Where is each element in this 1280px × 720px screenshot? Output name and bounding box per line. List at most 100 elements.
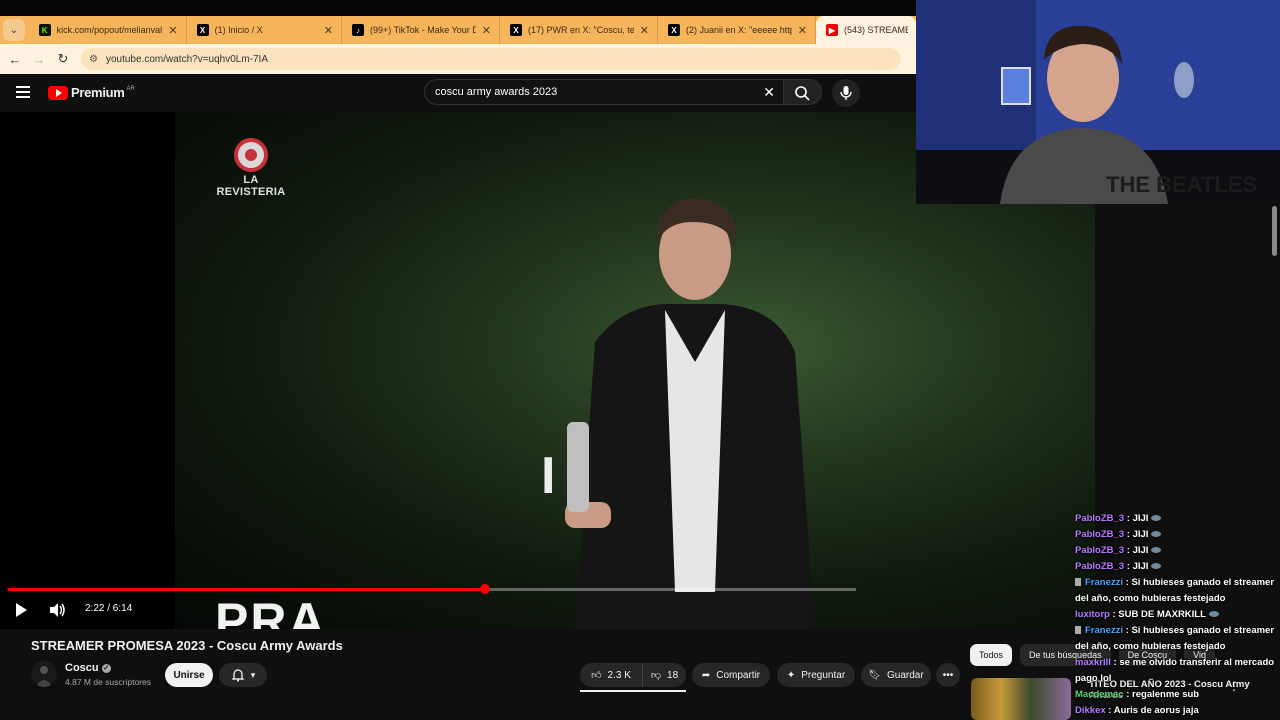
thumbs-up-icon: 👍︎	[591, 670, 602, 681]
channel-avatar[interactable]	[31, 661, 57, 687]
chat-badge-icon	[1075, 626, 1081, 635]
back-icon[interactable]: ←	[3, 52, 27, 67]
channel-watermark: LA REVISTERIA	[211, 138, 291, 198]
notifications-button[interactable]: ▾	[219, 663, 267, 687]
chat-separator: :	[1124, 545, 1133, 556]
close-icon[interactable]: ✕	[640, 24, 649, 37]
x-icon: X	[510, 24, 522, 36]
chat-emote-icon	[1151, 531, 1162, 538]
chat-text: regalenme sub	[1132, 689, 1200, 700]
close-icon[interactable]: ✕	[482, 24, 491, 37]
x-icon: X	[668, 24, 680, 36]
youtube-logo[interactable]: Premium AR	[48, 85, 135, 100]
more-horizontal-icon: •••	[942, 669, 954, 681]
chat-message: PabloZB_3 : JIJI	[1075, 511, 1275, 527]
video-title: STREAMER PROMESA 2023 - Coscu Army Award…	[31, 638, 343, 653]
chat-message: PabloZB_3 : JIJI	[1075, 527, 1275, 543]
chat-message: Dikkex : Auris de aorus jaja	[1075, 703, 1275, 719]
chat-username: Macdemac	[1075, 689, 1124, 700]
country-code: AR	[126, 85, 135, 92]
search-button[interactable]	[784, 79, 822, 105]
tab-x-juanii[interactable]: X (2) Juanii en X: "eeeee https://t ✕	[658, 16, 816, 44]
like-count: 2.3 K	[607, 669, 631, 681]
logo-text: Premium	[71, 85, 125, 100]
tab-x-pwr[interactable]: X (17) PWR en X: "Coscu, te met ✕	[500, 16, 658, 44]
close-icon[interactable]: ✕	[168, 24, 177, 37]
play-icon[interactable]	[16, 603, 27, 617]
chat-text: JIJI	[1132, 529, 1149, 540]
chat-text: JIJI	[1132, 545, 1149, 556]
volume-icon[interactable]	[48, 601, 66, 619]
reload-icon[interactable]: ↻	[51, 51, 75, 67]
related-video-thumbnail[interactable]	[971, 678, 1071, 720]
tab-title: (1) Inicio / X	[214, 25, 263, 35]
youtube-header: Premium AR coscu army awards 2023 ✕	[0, 74, 916, 112]
ask-button[interactable]: ✦ Preguntar	[777, 663, 855, 687]
search-input[interactable]: coscu army awards 2023 ✕	[424, 79, 784, 105]
tab-tiktok[interactable]: ♪ (99+) TikTok - Make Your Day ✕	[342, 16, 500, 44]
page-scrollbar[interactable]	[1272, 206, 1277, 256]
join-button[interactable]: Unirse	[165, 663, 213, 687]
more-actions-button[interactable]: •••	[936, 663, 960, 687]
tab-kick[interactable]: K kick.com/popout/melianvalen/c ✕	[29, 16, 187, 44]
chat-username: PabloZB_3	[1075, 529, 1125, 540]
share-icon: ➦	[701, 669, 711, 681]
chevron-down-icon: ▾	[250, 669, 256, 680]
site-settings-icon[interactable]: ⚙	[89, 54, 98, 65]
chat-username: PabloZB_3	[1075, 513, 1125, 524]
save-button[interactable]: 🔖︎ Guardar	[861, 663, 931, 687]
url-bar[interactable]: ⚙ youtube.com/watch?v=uqhv0Lm-7IA	[81, 48, 901, 70]
subscriber-count: 4.87 M de suscriptores	[65, 677, 151, 687]
sparkle-icon: ✦	[786, 669, 796, 681]
save-label: Guardar	[887, 669, 924, 681]
chat-username: Franezzi	[1085, 577, 1124, 588]
dislike-button[interactable]: 👎︎ 18	[642, 663, 686, 687]
channel-name[interactable]: Coscu ✓	[65, 662, 111, 674]
progress-scrubber[interactable]	[480, 584, 490, 594]
microphone-icon	[840, 86, 852, 100]
chat-text: JIJI	[1132, 561, 1149, 572]
chevron-down-icon: ⌄	[9, 24, 18, 36]
tab-title: (17) PWR en X: "Coscu, te met	[528, 25, 634, 35]
menu-icon[interactable]	[16, 86, 30, 98]
clear-icon[interactable]: ✕	[763, 84, 775, 101]
chat-username: Franezzi	[1085, 625, 1124, 636]
url-text: youtube.com/watch?v=uqhv0Lm-7IA	[105, 53, 269, 65]
like-button[interactable]: 👍︎ 2.3 K	[580, 663, 642, 687]
kick-icon: K	[38, 24, 51, 36]
chat-separator: :	[1123, 689, 1133, 700]
tab-title: kick.com/popout/melianvalen/c	[56, 25, 163, 35]
tab-x-inicio[interactable]: X (1) Inicio / X ✕	[187, 16, 342, 44]
window-top-bar	[0, 0, 916, 16]
dislike-count: 18	[667, 669, 679, 681]
chat-emote-icon	[1151, 547, 1162, 554]
chat-username: PabloZB_3	[1075, 561, 1125, 572]
thumbs-down-icon: 👎︎	[650, 670, 662, 681]
speaker-figure	[565, 198, 815, 629]
search-icon	[795, 86, 810, 101]
svg-text:THE BEATLES: THE BEATLES	[1106, 172, 1257, 197]
share-label: Compartir	[716, 669, 761, 681]
chip-todos[interactable]: Todos	[970, 644, 1013, 666]
voice-search-button[interactable]	[832, 79, 860, 107]
chat-badge-icon	[1075, 578, 1081, 587]
watermark-logo-icon	[234, 138, 268, 172]
close-icon[interactable]: ✕	[324, 24, 333, 37]
chat-username: luxitorp	[1075, 609, 1110, 620]
chat-emote-icon	[1208, 611, 1219, 618]
chat-message: luxitorp : SUB DE MAXRKILL	[1075, 607, 1275, 623]
stream-chat-overlay: PabloZB_3 : JIJI PabloZB_3 : JIJI PabloZB_…	[1075, 511, 1275, 719]
progress-bar[interactable]	[8, 584, 856, 594]
chat-separator: :	[1105, 705, 1114, 716]
tab-youtube[interactable]: ▶ (543) STREAMER PRO	[816, 16, 916, 44]
tab-title: (2) Juanii en X: "eeeee https://t	[686, 25, 792, 35]
tab-title: (99+) TikTok - Make Your Day	[370, 25, 476, 35]
tab-search-button[interactable]: ⌄	[3, 19, 25, 41]
chat-message: maxkrill : se me olvido transferir al me…	[1075, 655, 1275, 687]
progress-played	[8, 588, 485, 591]
share-button[interactable]: ➦ Compartir	[692, 663, 770, 687]
forward-icon[interactable]: →	[27, 52, 51, 67]
chat-separator: :	[1124, 529, 1133, 540]
channel-name-text: Coscu	[65, 662, 99, 674]
close-icon[interactable]: ✕	[798, 24, 807, 37]
